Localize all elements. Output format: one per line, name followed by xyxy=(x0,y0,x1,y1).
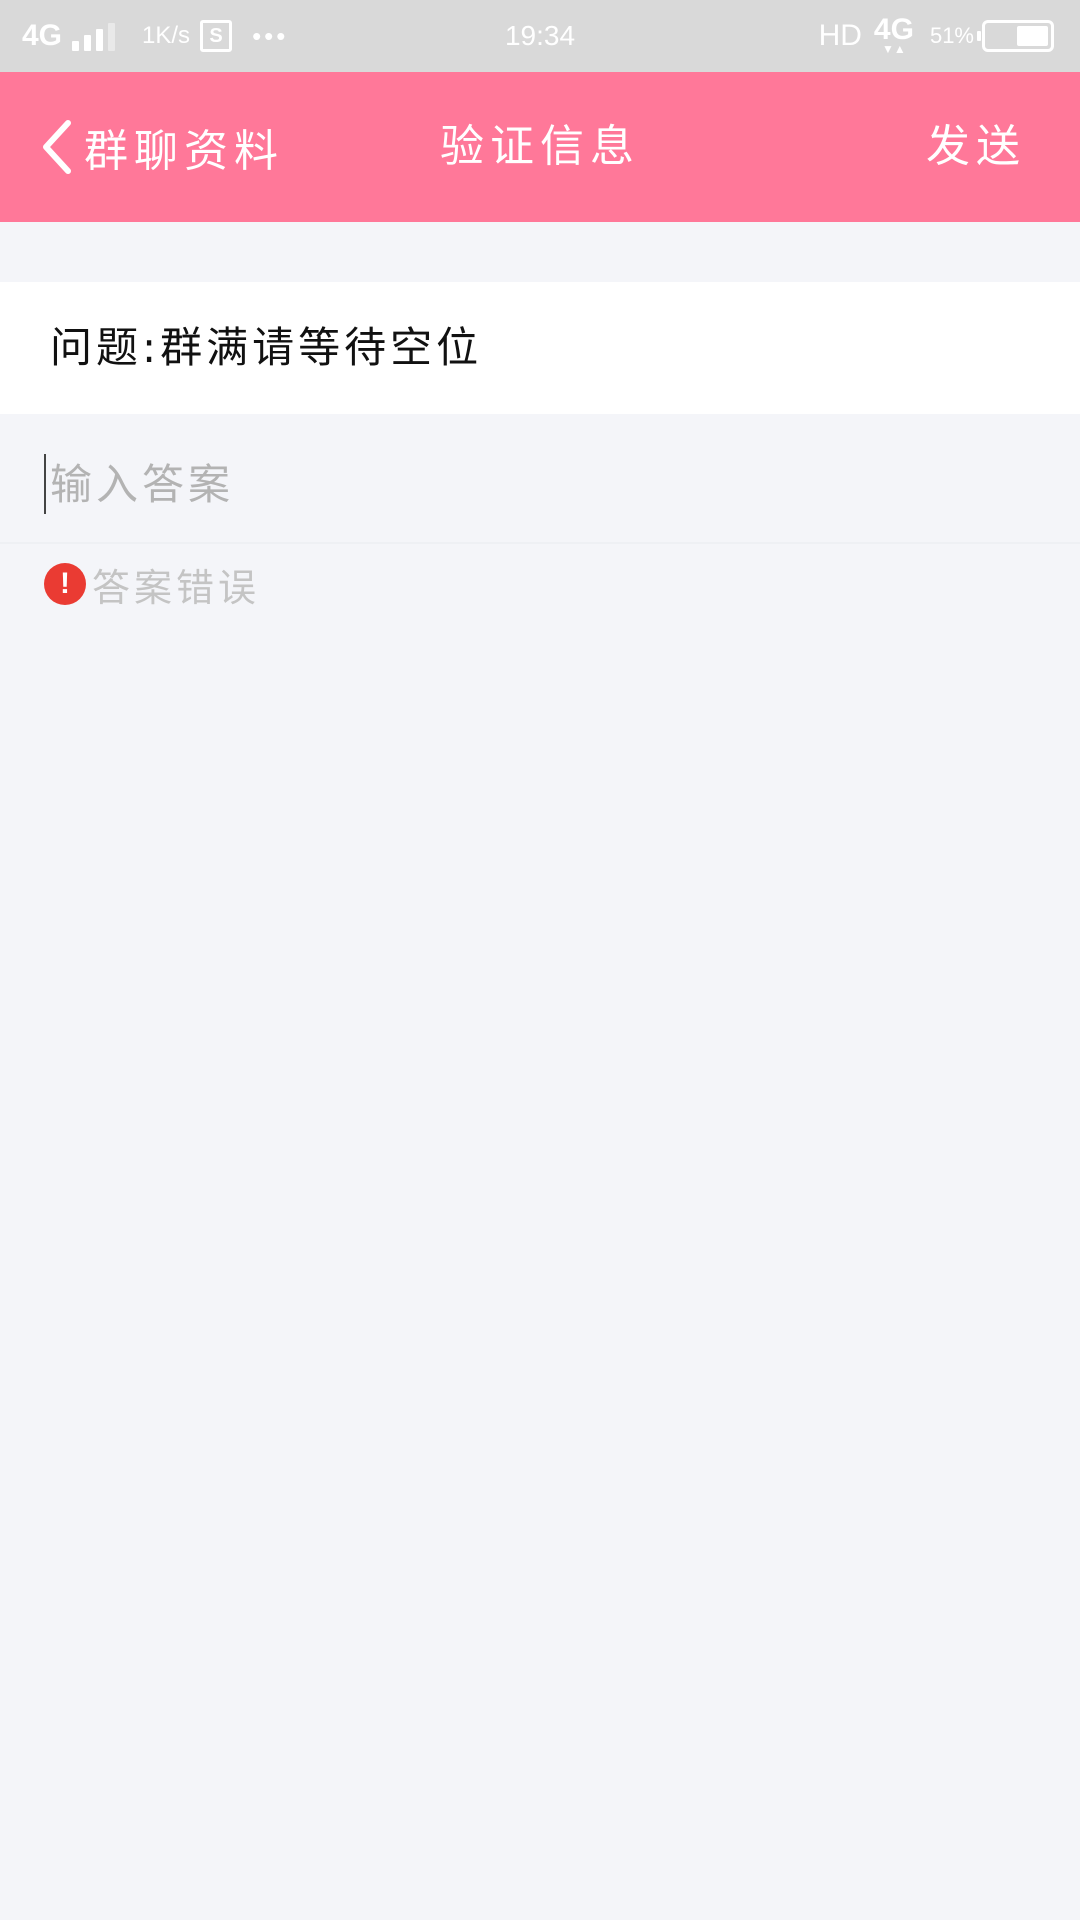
page-title: 验证信息 xyxy=(440,121,640,172)
network-type: 4G xyxy=(22,19,63,52)
status-right: HD 4G ▼▲ 51% xyxy=(819,0,1054,72)
screen: 4G 1K/s S ••• 19:34 HD 4G ▼▲ 51% 群聊资料 验证… xyxy=(0,0,1080,1920)
status-bar: 4G 1K/s S ••• 19:34 HD 4G ▼▲ 51% xyxy=(0,0,1080,72)
error-alert-icon: ! xyxy=(44,563,86,605)
hd-voice-indicator: HD xyxy=(818,19,862,52)
error-message: ! 答案错误 xyxy=(44,562,260,610)
question-text: 问题:群满请等待空位 xyxy=(50,323,483,372)
battery-icon xyxy=(977,20,1054,52)
send-button[interactable]: 发送 xyxy=(926,72,1026,222)
answer-area xyxy=(0,414,1080,544)
back-button[interactable]: 群聊资料 xyxy=(40,72,284,222)
signal-icon xyxy=(72,21,120,51)
nav-bar: 群聊资料 验证信息 发送 xyxy=(0,72,1080,222)
network-speed: 1K/s xyxy=(142,22,191,49)
chevron-left-icon xyxy=(43,120,71,174)
battery-percent: 51% xyxy=(929,23,974,48)
status-left: 4G 1K/s S ••• xyxy=(22,0,288,72)
battery-fill xyxy=(1017,26,1048,46)
app-notification-icon: S xyxy=(200,20,233,52)
more-notifications-icon: ••• xyxy=(252,20,289,51)
back-button-label: 群聊资料 xyxy=(84,126,284,177)
answer-input[interactable] xyxy=(44,454,1040,514)
error-text: 答案错误 xyxy=(92,565,261,610)
data-network-icon: 4G ▼▲ xyxy=(874,15,914,56)
question-row: 问题:群满请等待空位 xyxy=(0,282,1080,414)
